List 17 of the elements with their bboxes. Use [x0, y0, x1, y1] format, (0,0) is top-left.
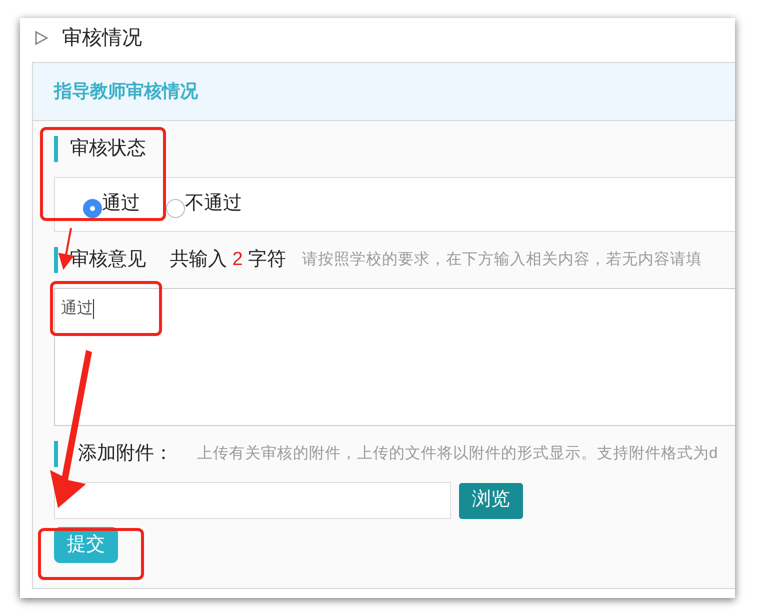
character-count: 共输入 2 字符	[170, 248, 286, 272]
radio-button[interactable]	[166, 199, 185, 218]
triangle-icon	[34, 31, 48, 45]
radio-label: 通过	[102, 192, 140, 216]
radio-button[interactable]	[83, 199, 102, 218]
opinion-label: 审核意见	[70, 248, 146, 272]
panel-title: 指导教师审核情况	[54, 80, 198, 103]
opinion-hint: 请按照学校的要求，在下方输入相关内容，若无内容请填	[302, 250, 702, 270]
opinion-textarea[interactable]: 通过	[54, 288, 735, 426]
radio-label: 不通过	[185, 192, 242, 216]
submit-button[interactable]: 提交	[54, 527, 118, 563]
file-input[interactable]	[54, 482, 451, 519]
attachment-label: 添加附件：	[78, 442, 173, 466]
browse-button[interactable]: 浏览	[459, 482, 523, 518]
status-label: 审核状态	[70, 136, 146, 161]
attachment-hint: 上传有关审核的附件，上传的文件将以附件的形式显示。支持附件格式为d	[197, 444, 718, 464]
section-title: 审核情况	[62, 26, 142, 51]
